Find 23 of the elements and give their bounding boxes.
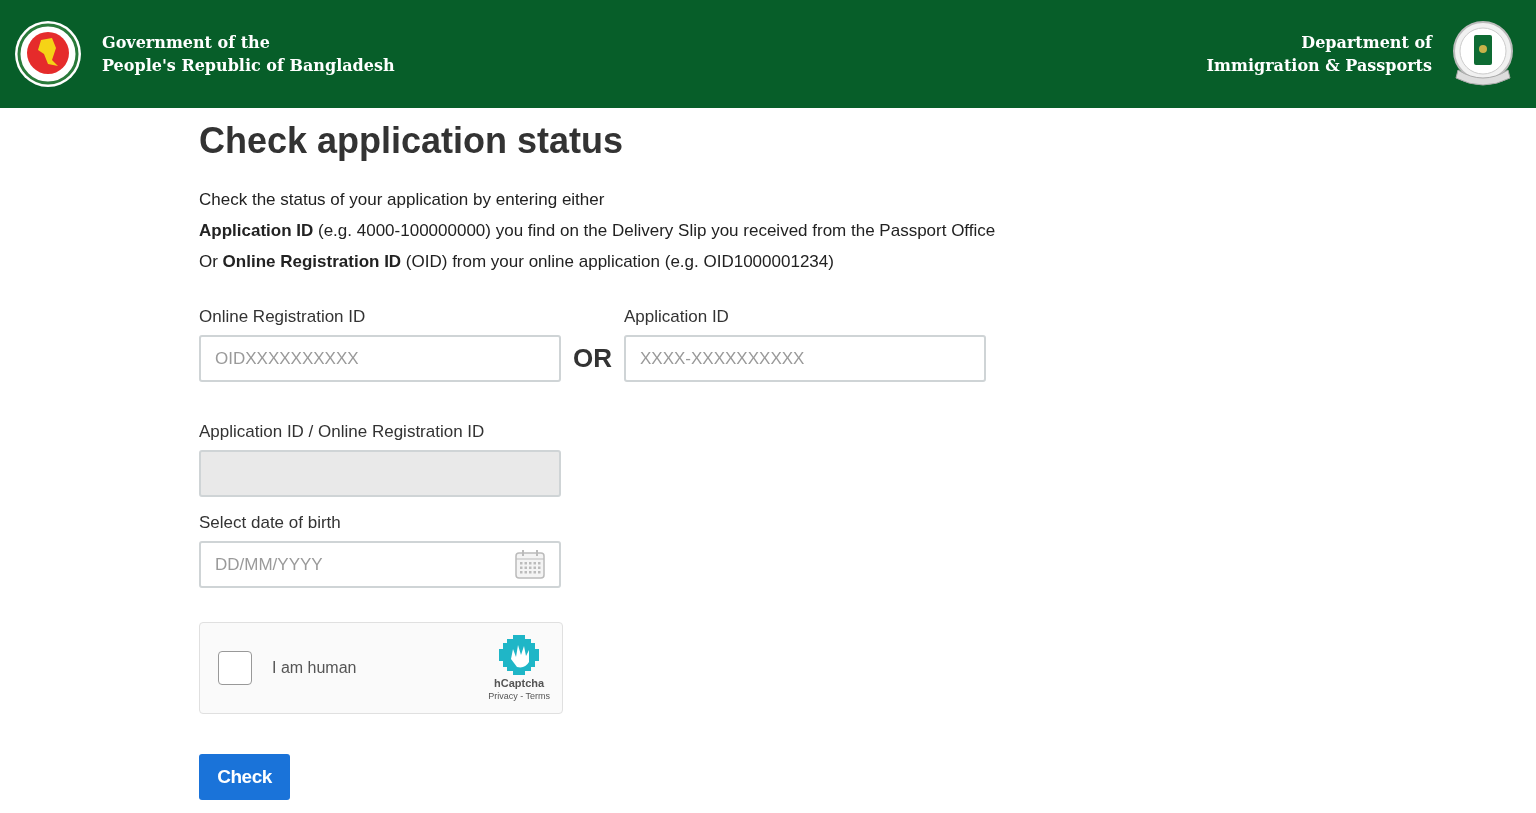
check-button[interactable]: Check — [199, 754, 290, 800]
or-separator: OR — [573, 342, 612, 375]
captcha-checkbox[interactable] — [218, 651, 252, 685]
intro-text: Or Online Registration ID (OID) from your online application (e.g. OID1000001234) — [199, 252, 834, 271]
date-field[interactable]: DD/MM/YYYY — [199, 541, 561, 588]
department-title: Department of Immigration & Passports — [1206, 32, 1432, 77]
intro-text: Application ID (e.g. 4000-100000000) you find on the Delivery Slip you received from the Passport Office — [199, 221, 996, 240]
field-label: Application ID / Online Registration ID — [199, 422, 486, 442]
emblem-icon — [14, 20, 82, 88]
page-title: Check application status — [199, 120, 625, 162]
hcaptcha-logo-icon — [499, 635, 540, 675]
government-title: Government of the People's Republic of Bangladesh — [102, 32, 395, 77]
calendar-icon[interactable] — [515, 549, 545, 579]
field-label: Application ID — [624, 307, 730, 327]
field-label: Select date of birth — [199, 513, 342, 533]
input-field[interactable]: OIDXXXXXXXXXX — [199, 335, 561, 382]
passport-seal-icon — [1452, 20, 1514, 88]
captcha-links: Privacy - Terms — [488, 691, 550, 701]
intro-text: Check the status of your application by entering either — [199, 190, 605, 209]
input-field[interactable]: XXXX-XXXXXXXXXX — [624, 335, 986, 382]
field-label: Online Registration ID — [199, 307, 367, 327]
captcha-brand: hCaptcha — [494, 677, 545, 689]
captcha-label: I am human — [272, 659, 358, 677]
